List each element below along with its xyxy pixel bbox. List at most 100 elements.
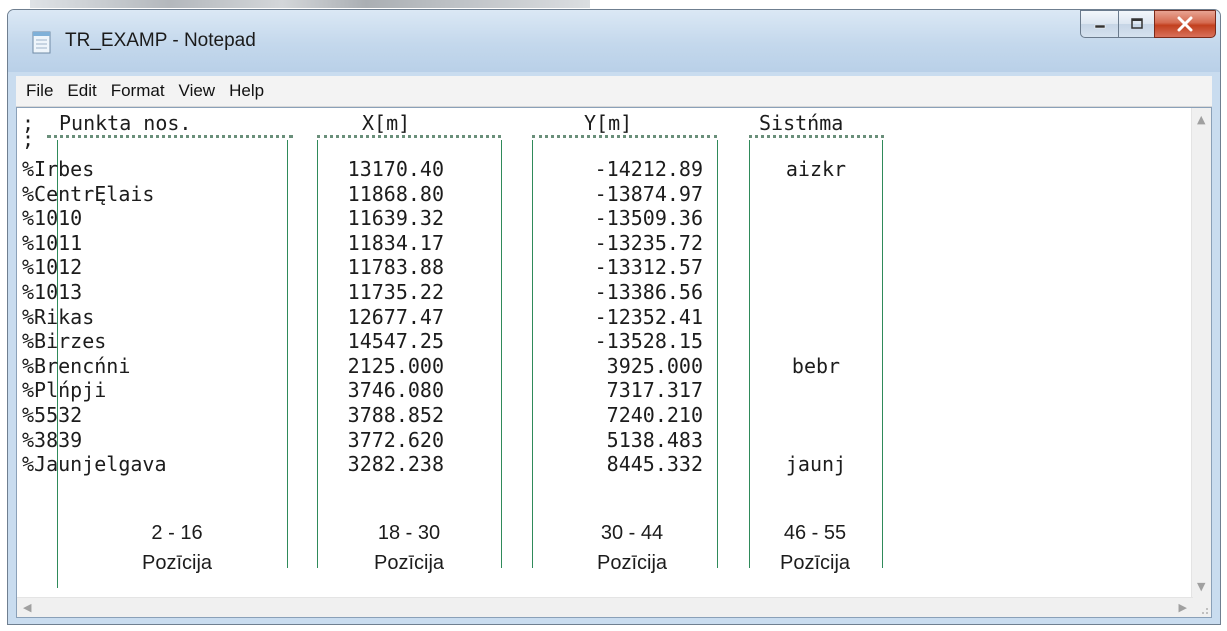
- table-row: %Jaunjelgava 3282.238 8445.332 jaunj: [17, 452, 1193, 477]
- system-value: bebr: [791, 353, 841, 378]
- table-row: %1013 11735.22 -13386.56: [17, 280, 1193, 305]
- editor-area[interactable]: ; Punkta nos. X[m] Y[m] Sistńma ; %Irbes: [16, 107, 1212, 618]
- vertical-scrollbar[interactable]: ▲ ▼: [1191, 108, 1211, 598]
- point-name: %Birzes: [22, 329, 107, 354]
- column-range: 2 - 16: [151, 522, 203, 544]
- menu-view[interactable]: View: [172, 76, 223, 106]
- header-name: Punkta nos.: [59, 111, 192, 135]
- point-name: %Brencńni: [22, 353, 131, 378]
- table-row: %CentrĘlais 11868.80 -13874.97: [17, 182, 1193, 207]
- maximize-button[interactable]: [1118, 10, 1154, 38]
- x-value: 11783.88: [347, 255, 444, 280]
- y-value: -14212.89: [594, 157, 703, 181]
- table-row: %1012 11783.88 -13312.57: [17, 255, 1193, 280]
- column-label: Pozīcija: [596, 552, 668, 574]
- point-name: %5532: [22, 402, 83, 427]
- dotted-underline: [317, 135, 501, 138]
- table-row: %3839 3772.620 5138.483: [17, 428, 1193, 453]
- column-header-row: ; Punkta nos. X[m] Y[m] Sistńma: [17, 108, 1193, 136]
- point-name: %1010: [22, 206, 83, 231]
- y-value: 3925.000: [606, 353, 703, 378]
- scroll-right-icon[interactable]: ▶: [1179, 602, 1187, 613]
- minimize-button[interactable]: [1080, 10, 1118, 38]
- y-value: 5138.483: [606, 427, 703, 452]
- table-row: %1010 11639.32 -13509.36: [17, 206, 1193, 231]
- blurred-background: [30, 0, 590, 8]
- menu-format[interactable]: Format: [104, 76, 172, 106]
- y-value: 7317.317: [606, 378, 703, 403]
- x-value: 11868.80: [347, 181, 444, 206]
- menu-help[interactable]: Help: [222, 76, 271, 106]
- x-value: 12677.47: [347, 304, 444, 329]
- column-label: Pozīcija: [373, 552, 445, 574]
- table-row: %Brencńni 2125.000 3925.000 bebr: [17, 354, 1193, 379]
- close-icon: [1177, 16, 1193, 32]
- point-name: %Plńpji: [22, 378, 107, 403]
- x-value: 3788.852: [347, 402, 444, 427]
- column-range: 18 - 30: [377, 522, 441, 544]
- table-row: %Plńpji 3746.080 7317.317: [17, 378, 1193, 403]
- scroll-down-icon[interactable]: ▼: [1197, 581, 1205, 592]
- x-value: 3746.080: [347, 378, 444, 403]
- point-name: %1011: [22, 230, 83, 255]
- x-value: 11834.17: [347, 230, 444, 255]
- minimize-icon: [1094, 24, 1105, 29]
- window-title: TR_EXAMP - Notepad: [65, 30, 256, 51]
- system-value: aizkr: [785, 157, 847, 181]
- column-label: Pozīcija: [141, 552, 213, 574]
- system-value: jaunj: [785, 452, 847, 477]
- point-name: %3839: [22, 427, 83, 452]
- table-row: %Irbes 13170.40 -14212.89 aizkr: [17, 157, 1193, 182]
- table-row: %Rikas 12677.47 -12352.41: [17, 305, 1193, 330]
- y-value: 8445.332: [606, 452, 703, 477]
- header-system: Sistńma: [759, 111, 844, 135]
- header-x: X[m]: [362, 111, 411, 135]
- x-value: 11735.22: [347, 279, 444, 304]
- point-name: %1012: [22, 255, 83, 280]
- title-bar[interactable]: TR_EXAMP - Notepad: [8, 10, 1220, 72]
- y-value: -13528.15: [594, 329, 703, 354]
- x-value: 2125.000: [347, 353, 444, 378]
- x-value: 11639.32: [347, 206, 444, 231]
- table-row: %5532 3788.852 7240.210: [17, 403, 1193, 428]
- y-value: -13235.72: [594, 230, 703, 255]
- point-name: %Jaunjelgava: [22, 452, 167, 477]
- header-second-line: ;: [22, 127, 35, 151]
- point-name: %CentrĘlais: [22, 181, 155, 206]
- caption-buttons: [1080, 10, 1216, 40]
- menu-file[interactable]: File: [16, 76, 60, 106]
- dotted-underline: [47, 135, 293, 138]
- maximize-icon: [1130, 18, 1143, 29]
- y-value: -12352.41: [594, 304, 703, 329]
- menu-edit[interactable]: Edit: [60, 76, 103, 106]
- scroll-left-icon[interactable]: ◀: [23, 602, 31, 613]
- point-name: %Irbes: [22, 157, 95, 181]
- menu-bar: File Edit Format View Help: [16, 76, 1212, 107]
- resize-grip[interactable]: [1192, 598, 1211, 617]
- x-value: 3772.620: [347, 427, 444, 452]
- table-row: %1011 11834.17 -13235.72: [17, 231, 1193, 256]
- x-value: 14547.25: [347, 329, 444, 354]
- x-value: 13170.40: [347, 157, 444, 181]
- notepad-icon: [32, 31, 51, 54]
- notepad-window: TR_EXAMP - Notepad File Edit Format View…: [7, 9, 1221, 625]
- scroll-up-icon[interactable]: ▲: [1197, 114, 1205, 125]
- column-label: Pozīcija: [779, 552, 851, 574]
- y-value: -13312.57: [594, 255, 703, 280]
- y-value: 7240.210: [606, 402, 703, 427]
- point-name: %Rikas: [22, 304, 95, 329]
- column-range: 30 - 44: [600, 522, 664, 544]
- y-value: -13386.56: [594, 279, 703, 304]
- horizontal-scrollbar[interactable]: ◀ ▶: [17, 597, 1193, 617]
- resize-grip-icon: [1202, 608, 1208, 614]
- data-rows: %Irbes 13170.40 -14212.89 aizkr %CentrĘl…: [17, 157, 1193, 477]
- y-value: -13509.36: [594, 206, 703, 231]
- point-name: %1013: [22, 279, 83, 304]
- header-y: Y[m]: [584, 111, 633, 135]
- y-value: -13874.97: [594, 181, 703, 206]
- text-content[interactable]: ; Punkta nos. X[m] Y[m] Sistńma ; %Irbes: [17, 108, 1193, 598]
- column-range: 46 - 55: [783, 522, 847, 544]
- dotted-underline: [749, 135, 884, 138]
- close-button[interactable]: [1154, 10, 1216, 38]
- table-row: %Birzes 14547.25 -13528.15: [17, 329, 1193, 354]
